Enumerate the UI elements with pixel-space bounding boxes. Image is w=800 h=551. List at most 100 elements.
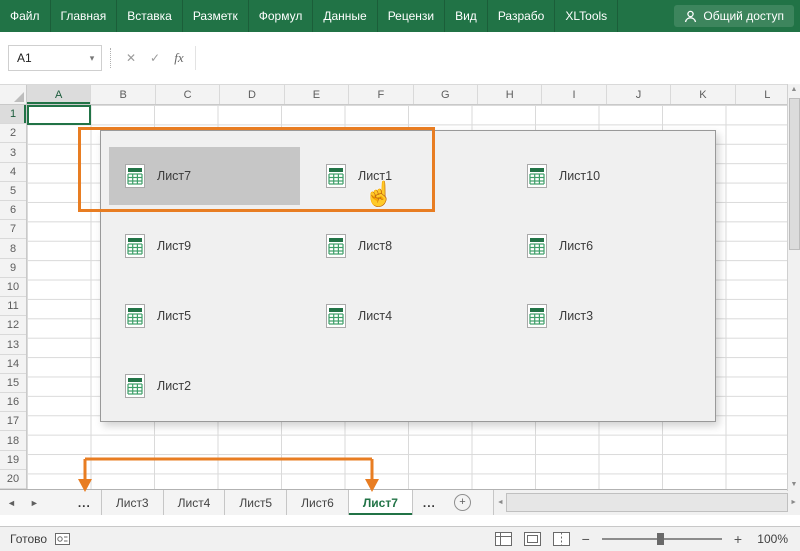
- row-header[interactable]: 16: [0, 393, 26, 413]
- sheet-icon: [125, 304, 145, 328]
- row-header[interactable]: 2: [0, 124, 26, 144]
- formula-input[interactable]: [195, 46, 800, 70]
- ribbon-tab[interactable]: Рецензи: [378, 0, 446, 32]
- v-scroll-thumb[interactable]: [788, 98, 800, 250]
- scroll-right-icon[interactable]: ►: [790, 497, 797, 509]
- column-header[interactable]: D: [220, 85, 285, 104]
- row-header[interactable]: 10: [0, 278, 26, 298]
- column-header[interactable]: K: [671, 85, 736, 104]
- cancel-button[interactable]: ✕: [119, 51, 143, 65]
- enter-button[interactable]: ✓: [143, 51, 167, 65]
- row-header[interactable]: 17: [0, 412, 26, 432]
- row-header[interactable]: 12: [0, 316, 26, 336]
- column-header[interactable]: A: [27, 85, 92, 104]
- ribbon-tab[interactable]: Вставка: [117, 0, 183, 32]
- scroll-left-icon[interactable]: ◄: [497, 497, 504, 509]
- row-header[interactable]: 13: [0, 335, 26, 355]
- sheet-icon: [527, 164, 547, 188]
- insert-function-button[interactable]: fx: [167, 50, 191, 66]
- divider: [110, 48, 111, 68]
- sheet-item[interactable]: Лист3: [511, 287, 702, 345]
- ribbon-tab[interactable]: Файл: [0, 0, 51, 32]
- sheet-item[interactable]: Лист4: [310, 287, 501, 345]
- column-header[interactable]: F: [349, 85, 414, 104]
- row-header[interactable]: 4: [0, 163, 26, 182]
- sheet-item[interactable]: Лист2: [109, 357, 300, 415]
- row-header[interactable]: 6: [0, 201, 26, 221]
- row-header[interactable]: 15: [0, 374, 26, 394]
- row-header[interactable]: 5: [0, 182, 26, 202]
- add-sheet-button[interactable]: +: [446, 490, 479, 515]
- sheet-nav-right-button[interactable]: ►: [23, 490, 46, 515]
- column-header[interactable]: G: [414, 85, 478, 104]
- excel-window: Файл Главная Вставка Разметк Формул Данн…: [0, 0, 800, 551]
- column-header[interactable]: B: [91, 85, 156, 104]
- zoom-slider[interactable]: [601, 531, 722, 547]
- name-box[interactable]: A1 ▾: [8, 45, 102, 71]
- sheet-tab[interactable]: Лист7: [348, 490, 413, 515]
- column-header[interactable]: J: [607, 85, 672, 104]
- row-header[interactable]: 11: [0, 297, 26, 317]
- row-header[interactable]: 1: [0, 105, 26, 125]
- sheet-tab-label: Лист6: [301, 495, 334, 510]
- sheet-tab[interactable]: Лист6: [287, 490, 349, 515]
- ribbon-tab[interactable]: XLTools: [555, 0, 619, 32]
- column-header[interactable]: I: [542, 85, 607, 104]
- h-scroll-thumb[interactable]: [505, 493, 789, 512]
- zoom-out-button[interactable]: −: [582, 531, 590, 547]
- row-header[interactable]: 18: [0, 431, 26, 451]
- sheet-tab-label: Лист7: [362, 495, 398, 510]
- status-bar-right: − + 100%: [494, 531, 800, 547]
- h-scrollbar[interactable]: ◄ ►: [492, 490, 800, 515]
- sheet-item-label: Лист2: [157, 379, 192, 393]
- sheet-nav-left-button[interactable]: ◄: [0, 490, 23, 515]
- column-header[interactable]: H: [478, 85, 543, 104]
- macro-record-icon[interactable]: [55, 533, 71, 545]
- row-header[interactable]: 19: [0, 451, 26, 470]
- sheet-item[interactable]: Лист9: [109, 217, 300, 275]
- v-scrollbar[interactable]: ▲ ▼: [787, 84, 800, 491]
- sheet-icon: [326, 234, 346, 258]
- ribbon-tab[interactable]: Разметк: [183, 0, 249, 32]
- sheet-tab[interactable]: Лист3: [100, 490, 164, 515]
- zoom-slider-thumb[interactable]: [656, 533, 664, 545]
- chevron-down-icon[interactable]: ▾: [83, 53, 101, 64]
- status-ready-label: Готово: [10, 532, 48, 546]
- page-layout-view-button[interactable]: [523, 532, 541, 546]
- sheet-tab-label: Лист4: [177, 495, 211, 510]
- sheet-item[interactable]: Лист5: [109, 287, 300, 345]
- row-header[interactable]: 9: [0, 259, 26, 278]
- row-header[interactable]: 20: [0, 470, 26, 490]
- row-header[interactable]: 3: [0, 143, 26, 163]
- column-header[interactable]: C: [156, 85, 221, 104]
- column-header[interactable]: E: [285, 85, 350, 104]
- sheet-item[interactable]: Лист8: [310, 217, 501, 275]
- zoom-in-button[interactable]: +: [734, 531, 742, 547]
- scroll-down-icon[interactable]: ▼: [791, 479, 798, 491]
- select-all-corner[interactable]: [0, 85, 27, 104]
- normal-view-button[interactable]: [494, 532, 512, 546]
- ribbon-tab[interactable]: Вид: [445, 0, 488, 32]
- sheet-tab[interactable]: Лист5: [225, 490, 288, 515]
- sheet-icon: [125, 234, 145, 258]
- sheet-item-label: Лист10: [559, 169, 601, 183]
- row-headers: 1 2 3 4 5 6 7 8 9 10 11 12 13 14 15 16 1…: [0, 105, 27, 490]
- row-header[interactable]: 8: [0, 239, 26, 259]
- ribbon-tab[interactable]: Главная: [51, 0, 118, 32]
- ribbon-tab[interactable]: Разрабо: [488, 0, 556, 32]
- hidden-sheets-right-ellipsis[interactable]: ...: [413, 490, 446, 515]
- ribbon-tab[interactable]: Формул: [249, 0, 314, 32]
- page-break-view-button[interactable]: [552, 532, 570, 546]
- row-header[interactable]: 14: [0, 355, 26, 374]
- share-button[interactable]: Общий доступ: [674, 5, 794, 27]
- hidden-sheets-left-ellipsis[interactable]: ...: [68, 490, 101, 515]
- scroll-up-icon[interactable]: ▲: [791, 84, 798, 96]
- row-header[interactable]: 7: [0, 220, 26, 240]
- sheet-item-label: Лист6: [559, 239, 594, 253]
- person-icon: [685, 10, 697, 22]
- sheet-item[interactable]: Лист10: [511, 147, 702, 205]
- zoom-level[interactable]: 100%: [754, 532, 788, 546]
- sheet-tab[interactable]: Лист4: [164, 490, 226, 515]
- sheet-item[interactable]: Лист6: [511, 217, 702, 275]
- ribbon-tab[interactable]: Данные: [313, 0, 378, 32]
